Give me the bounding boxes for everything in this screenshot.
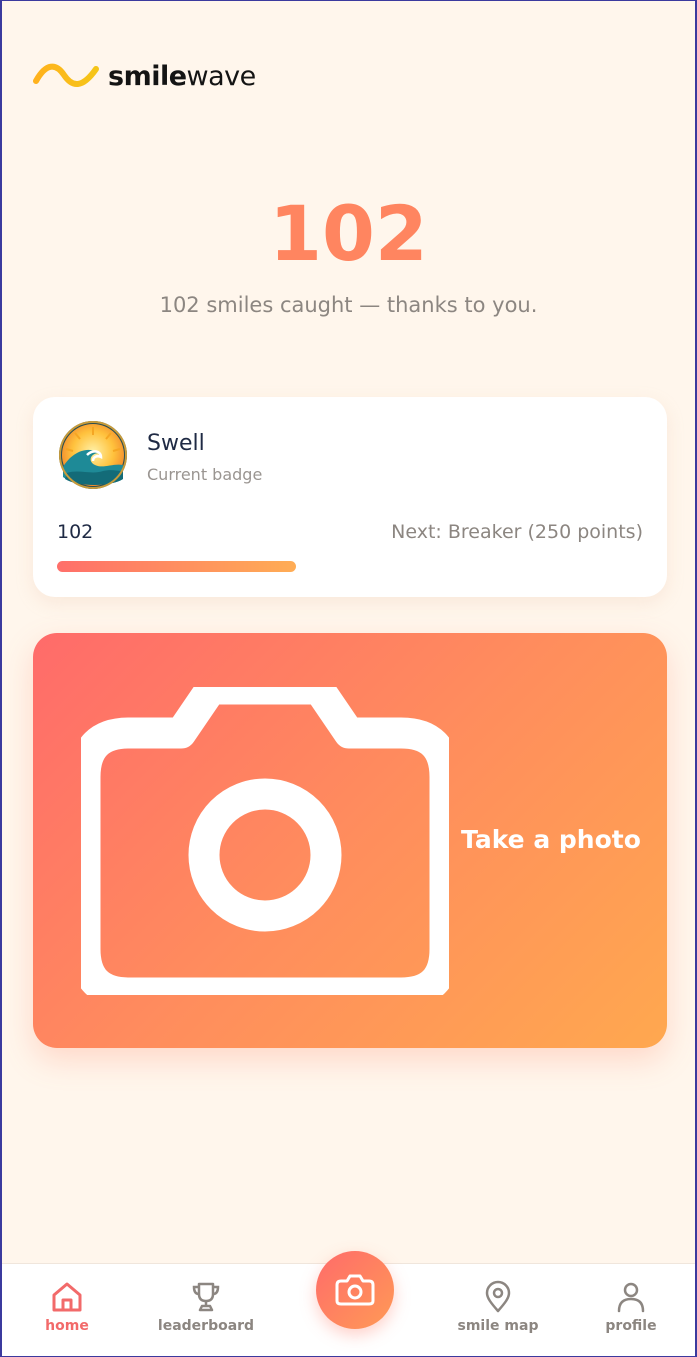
home-icon <box>52 1282 82 1312</box>
badge-progress-bar <box>57 561 643 572</box>
brand-name-light: wave <box>186 60 257 92</box>
bottom-navigation: home leaderboard smile map profile <box>2 1251 695 1356</box>
smile-count-subtitle: 102 smiles caught — thanks to you. <box>159 293 538 317</box>
nav-profile[interactable]: profile <box>576 1280 686 1334</box>
nav-camera-button[interactable] <box>316 1251 394 1329</box>
smile-count: 102 <box>269 189 428 278</box>
camera-icon <box>335 1274 375 1306</box>
nav-smile-map-label: smile map <box>457 1318 539 1334</box>
wave-logo-icon <box>33 63 99 87</box>
nav-leaderboard-label: leaderboard <box>157 1318 255 1334</box>
camera-icon <box>81 687 449 995</box>
trophy-icon <box>192 1282 220 1312</box>
user-icon <box>617 1282 645 1313</box>
wave-badge-icon <box>59 421 127 489</box>
nav-home-label: home <box>45 1318 89 1334</box>
brand-name: smilewave <box>108 61 256 92</box>
badge-card: Swell Current badge 102 Next: Breaker (2… <box>33 397 667 597</box>
take-photo-button[interactable]: Take a photo <box>33 633 667 1048</box>
nav-profile-label: profile <box>605 1318 657 1334</box>
brand-logo: smilewave <box>32 59 256 93</box>
next-badge-label: Next: Breaker (250 points) <box>391 521 643 543</box>
nav-smile-map[interactable]: smile map <box>443 1280 553 1334</box>
nav-home[interactable]: home <box>12 1280 122 1334</box>
badge-caption: Current badge <box>147 465 263 484</box>
take-photo-label: Take a photo <box>461 825 641 854</box>
brand-name-bold: smile <box>108 60 187 92</box>
badge-progress-fill <box>57 561 297 572</box>
current-points: 102 <box>57 521 94 543</box>
map-pin-icon <box>485 1280 511 1313</box>
nav-leaderboard[interactable]: leaderboard <box>151 1280 261 1334</box>
badge-name: Swell <box>147 431 205 456</box>
